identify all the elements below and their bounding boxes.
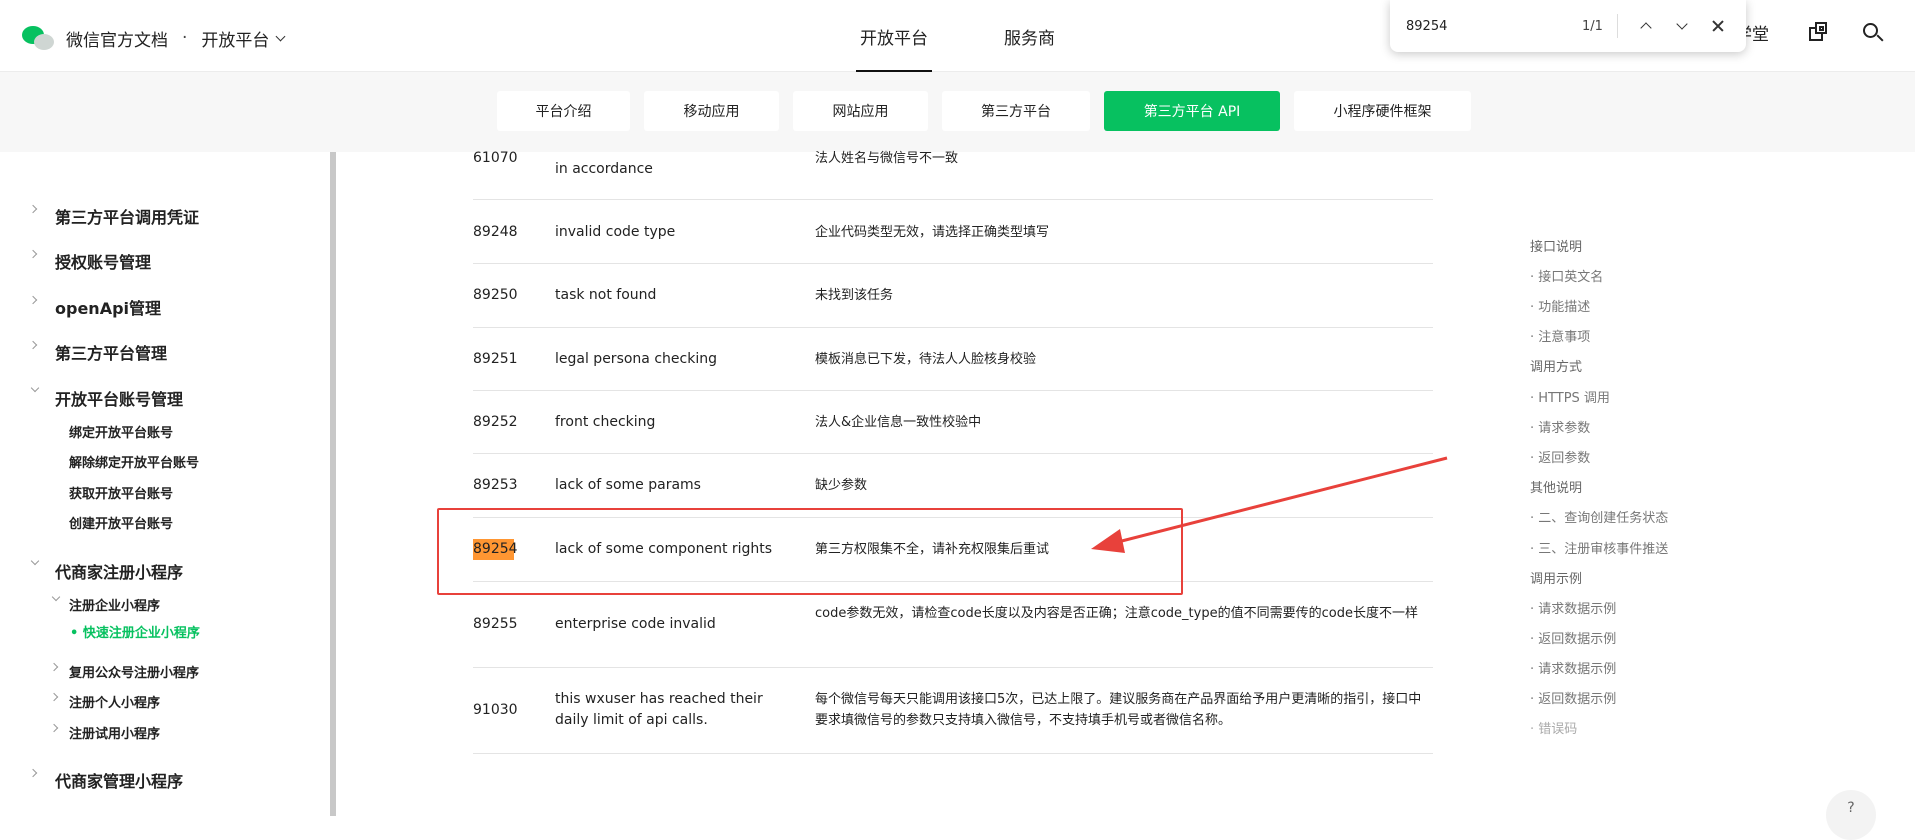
toc-item[interactable]: · 返回数据示例 [1530, 688, 1616, 707]
help-button[interactable]: ? [1826, 790, 1876, 840]
toc-item[interactable]: 调用示例 [1530, 568, 1582, 587]
annotation-arrow-icon [1091, 456, 1448, 553]
toc-item[interactable]: 调用方式 [1530, 356, 1582, 375]
toc-item[interactable]: · 二、查询创建任务状态 [1530, 507, 1668, 526]
toc-item[interactable]: · HTTPS 调用 [1530, 387, 1610, 406]
toc-item[interactable]: · 返回数据示例 [1530, 628, 1616, 647]
toc-item[interactable]: · 返回参数 [1530, 447, 1590, 466]
toc-item[interactable]: · 功能描述 [1530, 296, 1590, 315]
toc-item[interactable]: 接口说明 [1530, 236, 1582, 255]
toc-item[interactable]: 其他说明 [1530, 477, 1582, 496]
toc-item[interactable]: · 请求数据示例 [1530, 598, 1616, 617]
toc-item[interactable]: · 错误码 [1530, 718, 1577, 737]
toc-item[interactable]: · 三、注册审核事件推送 [1530, 538, 1668, 557]
toc-item[interactable]: · 接口英文名 [1530, 266, 1603, 285]
toc-item[interactable]: · 注意事项 [1530, 326, 1590, 345]
toc-item[interactable]: · 请求参数 [1530, 417, 1590, 436]
toc-item[interactable]: · 请求数据示例 [1530, 658, 1616, 677]
